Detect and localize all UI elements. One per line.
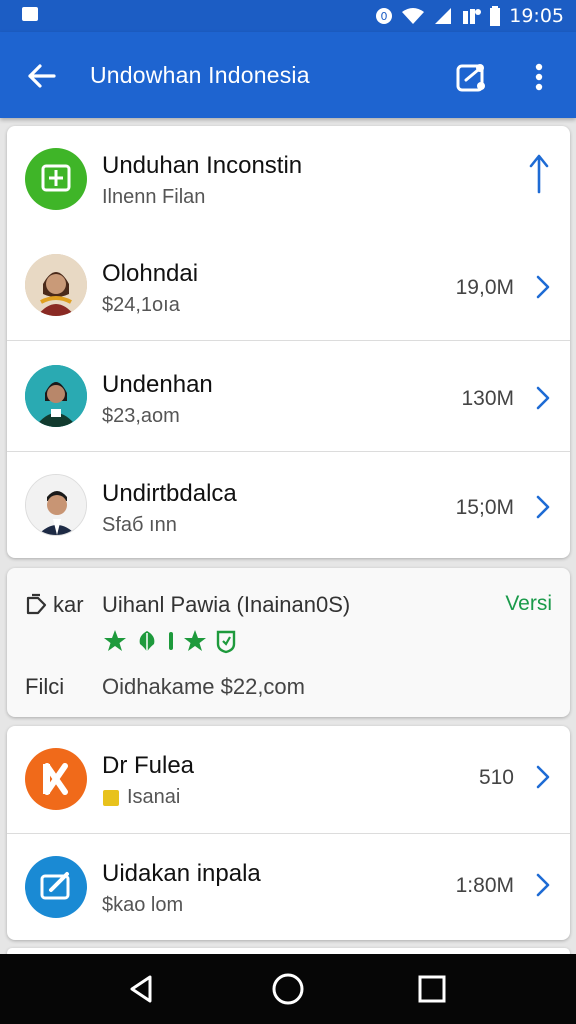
downloads-app-icon bbox=[25, 148, 87, 210]
item-subtitle: Sfaб ınn bbox=[102, 514, 177, 536]
vpn-icon: 0 bbox=[376, 8, 393, 24]
item-size: 15;0M bbox=[455, 496, 514, 519]
tag-icon bbox=[26, 593, 47, 615]
wifi-icon bbox=[402, 8, 425, 24]
download-header-subtitle: Ilnenn Filan bbox=[102, 186, 206, 208]
gallery-icon bbox=[22, 7, 38, 21]
back-nav-icon[interactable] bbox=[124, 971, 160, 1007]
list-item[interactable]: Olohndai $24,1oıa 19,0M bbox=[7, 230, 570, 340]
avatar bbox=[25, 365, 87, 427]
item-subtitle: $24,1oıa bbox=[102, 294, 180, 316]
item-title: Uidakan inpala bbox=[102, 860, 261, 887]
navigation-bar bbox=[0, 954, 576, 1024]
app-list-card: Dr Fulea Isanai 510 Uidakan inpala $kao … bbox=[7, 726, 570, 940]
page-title: Undowhan Indonesia bbox=[90, 62, 310, 88]
item-title: Undenhan bbox=[102, 371, 213, 398]
download-header-row[interactable]: Unduhan Inconstin Ilnenn Filan bbox=[7, 126, 570, 230]
avatar bbox=[25, 254, 87, 316]
leaf-icon bbox=[139, 631, 155, 652]
avatar bbox=[25, 474, 87, 536]
download-header-title: Unduhan Inconstin bbox=[102, 152, 303, 179]
shield-icon bbox=[216, 630, 236, 654]
chevron-right-icon[interactable] bbox=[532, 385, 554, 411]
item-subtitle: $kao lom bbox=[102, 894, 184, 916]
item-title: Olohndai bbox=[102, 260, 199, 287]
chevron-right-icon[interactable] bbox=[532, 274, 554, 300]
x-logo-icon bbox=[25, 748, 87, 810]
info-title: Uihanl Pawia (Inainan0S) bbox=[102, 592, 351, 617]
version-link[interactable]: Versi bbox=[505, 592, 552, 616]
item-title: Undirtbdalca bbox=[102, 480, 237, 507]
item-size: 1:80M bbox=[455, 874, 514, 897]
half-star-icon bbox=[169, 632, 173, 650]
upload-arrow-icon[interactable] bbox=[528, 152, 550, 194]
info-detail: Oidhakame $22,com bbox=[102, 674, 305, 699]
recents-nav-icon[interactable] bbox=[414, 971, 450, 1007]
svg-text:0: 0 bbox=[381, 10, 388, 23]
list-item[interactable]: Undirtbdalca Sfaб ınn 15;0M bbox=[7, 452, 570, 558]
back-arrow-icon[interactable] bbox=[22, 56, 62, 96]
app-bar: Undowhan Indonesia bbox=[0, 32, 576, 118]
info-label-2: Filci bbox=[25, 674, 65, 699]
edit-box-icon bbox=[25, 856, 87, 918]
home-nav-icon[interactable] bbox=[270, 971, 306, 1007]
notification-icon bbox=[463, 9, 482, 24]
list-item[interactable]: Dr Fulea Isanai 510 bbox=[7, 726, 570, 832]
item-subtitle: Isanai bbox=[127, 786, 181, 808]
more-vert-icon[interactable] bbox=[524, 58, 554, 98]
item-size: 510 bbox=[478, 766, 514, 789]
status-bar: 0 19:05 bbox=[0, 0, 576, 32]
chevron-right-icon[interactable] bbox=[532, 764, 554, 790]
badge-icon bbox=[103, 790, 119, 806]
item-size: 19,0M bbox=[455, 276, 514, 299]
item-title: Dr Fulea bbox=[102, 752, 195, 779]
chevron-right-icon[interactable] bbox=[532, 494, 554, 520]
star-icon bbox=[104, 630, 126, 651]
signal-icon bbox=[435, 8, 452, 24]
download-list-card: Unduhan Inconstin Ilnenn Filan Olohndai … bbox=[7, 126, 570, 558]
list-item[interactable]: Uidakan inpala $kao lom 1:80M bbox=[7, 834, 570, 940]
list-item[interactable]: Undenhan $23,aom 130M bbox=[7, 341, 570, 451]
star-icon bbox=[184, 630, 206, 651]
share-icon[interactable] bbox=[452, 58, 492, 98]
status-time: 19:05 bbox=[509, 5, 564, 27]
chevron-right-icon[interactable] bbox=[532, 872, 554, 898]
item-subtitle: $23,aom bbox=[102, 405, 180, 427]
item-size: 130M bbox=[461, 387, 514, 410]
info-label: kar bbox=[53, 592, 84, 617]
info-card[interactable]: kar Uihanl Pawia (Inainan0S) Versi Filci… bbox=[7, 568, 570, 717]
battery-icon bbox=[490, 6, 501, 26]
rating-row bbox=[102, 628, 238, 654]
